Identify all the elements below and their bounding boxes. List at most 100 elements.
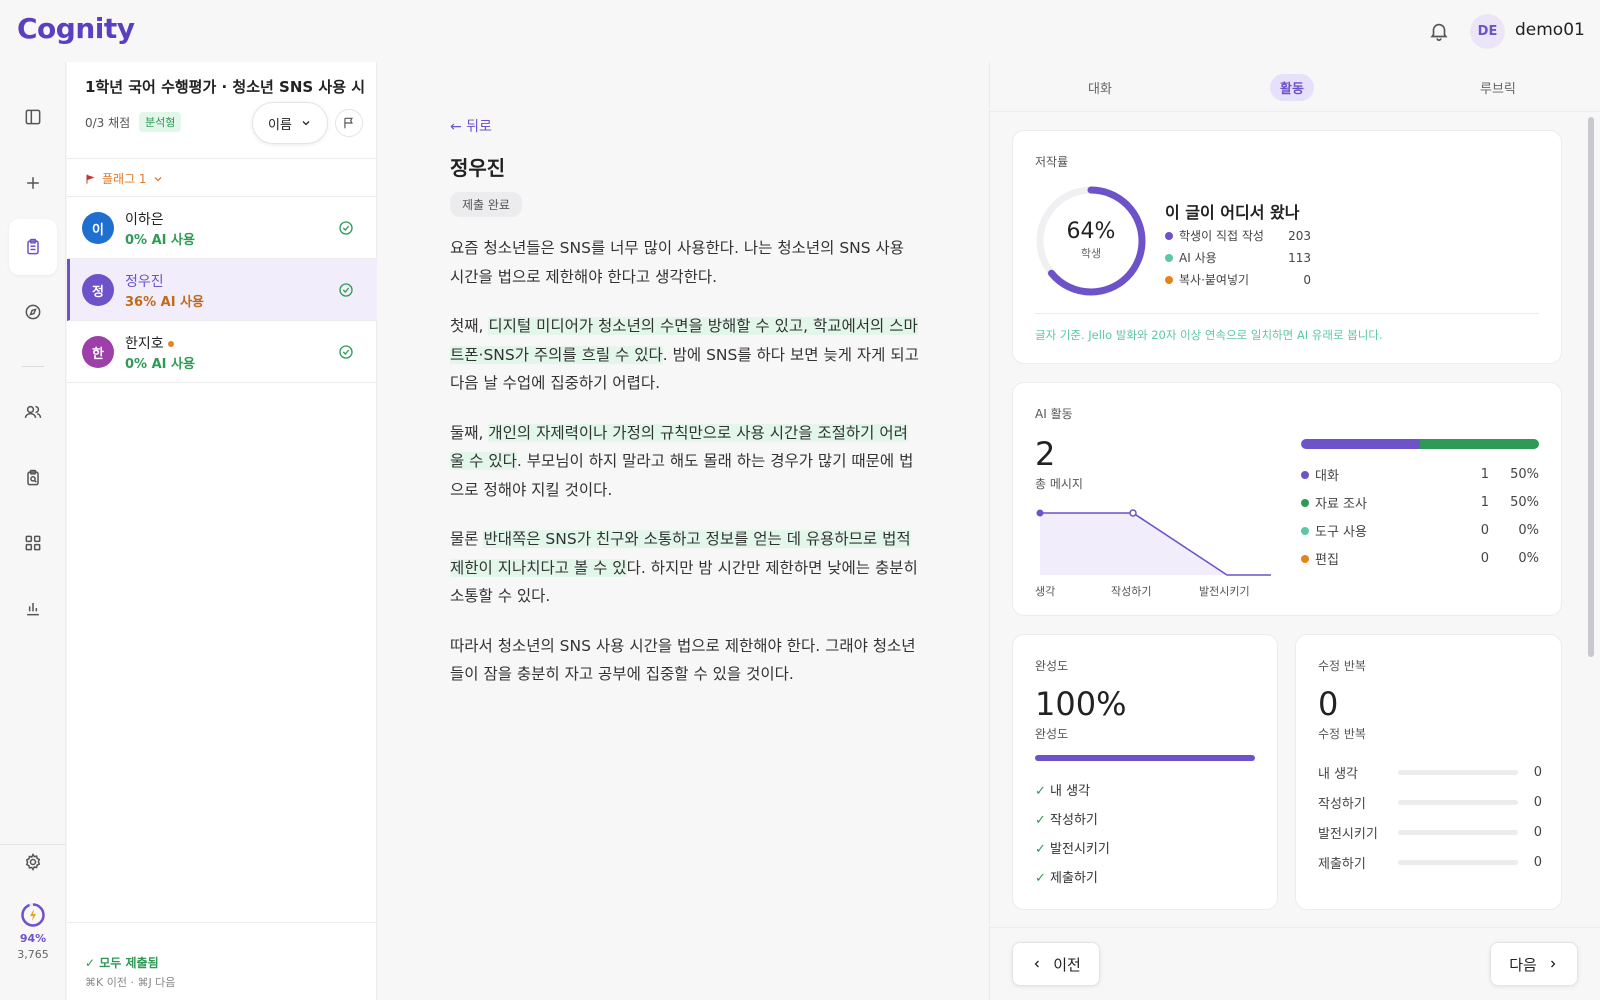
app-logo[interactable]: Cognity [17,12,135,45]
credit-count: 3,765 [17,948,49,961]
panel-scrollbar[interactable] [1588,117,1594,657]
student-row[interactable]: 이 이하은 0% AI 사용 [67,197,377,259]
student-avatar: 정 [82,274,114,306]
divider [990,927,1600,928]
ai-message-total-label: 총 메시지 [1035,477,1083,491]
activity-count: 1 [1480,495,1489,510]
step-label: 발전시키기 [1050,842,1110,857]
student-avatar: 이 [82,212,114,244]
next-label: 다음 [1509,955,1537,974]
legend-label: 학생이 직접 작성 [1179,229,1264,243]
student-avatar: 한 [82,336,114,368]
revisions-value: 0 [1318,685,1339,723]
check-icon: ✓ [1035,842,1046,857]
card-label: 수정 반복 [1318,659,1366,673]
activity-percent: 50% [1510,467,1539,482]
revision-value: 0 [1533,794,1542,810]
student-row[interactable]: 한 한지호 0% AI 사용 [67,321,377,383]
legend-dot [1301,498,1309,507]
back-link[interactable]: ← 뒤로 [450,116,492,136]
activity-row: 대화 1 50% [1301,465,1539,484]
sidebar-toggle-icon[interactable] [13,97,53,137]
revision-bar [1398,859,1518,865]
student-ai-usage: 0% AI 사용 [125,233,195,248]
clipboard-icon[interactable] [9,219,57,275]
legend-dot [1301,470,1309,479]
legend-label: AI 사용 [1179,251,1217,265]
completion-step: ✓ 발전시키기 [1035,835,1110,864]
essay-paragraph: 따라서 청소년의 SNS 사용 시간을 법으로 제한해야 한다. 그래야 청소년… [450,636,916,684]
ai-activity-timeline [1036,509,1271,576]
revision-row: 발전시키기 0 [1318,817,1542,847]
authorship-row: 학생이 직접 작성 203 [1165,227,1311,244]
legend-dot [1301,526,1309,535]
tab-conversation[interactable]: 대화 [1078,74,1122,101]
activity-label: 자료 조사 [1315,497,1367,512]
unread-dot [168,341,175,347]
student-name: 한지호 [125,333,175,353]
panel-tabs: 대화 활동 루브릭 [990,62,1600,112]
revisions-card: 수정 반복 0 수정 반복 내 생각 0 작성하기 0 발전시키기 0 제출하기 0 [1295,634,1562,910]
user-avatar[interactable]: DE [1470,14,1505,49]
chevron-right-icon [1550,960,1556,968]
activity-percent: 0% [1518,523,1539,538]
bell-icon[interactable] [1428,20,1450,42]
student-row-selected[interactable]: 정 정우진 36% AI 사용 [67,259,377,321]
bar-segment-conversation [1301,439,1420,449]
student-title: 정우진 [450,156,506,180]
card-label: 저작률 [1035,155,1069,169]
chart-icon[interactable] [13,588,53,628]
ai-message-total: 2 [1035,435,1056,473]
stage-label: 작성하기 [1111,585,1152,598]
revision-value: 0 [1533,854,1542,870]
completion-steps: ✓ 내 생각 ✓ 작성하기 ✓ 발전시키기 ✓ 제출하기 [1035,777,1110,893]
activity-label: 대화 [1315,469,1339,484]
panel-scroll-area[interactable]: 저작률 64% 학생 이 글이 어디서 왔나 학생이 직접 작성 203 AI 사… [990,112,1600,944]
username[interactable]: demo01 [1515,20,1585,40]
essay-text: 물론 [450,530,484,548]
activity-percent: 0% [1518,551,1539,566]
chevron-down-icon [154,176,162,181]
keyboard-shortcut-hint: ⌘K 이전 · ⌘J 다음 [85,976,176,989]
essay-paragraph: 둘째, 개인의 자제력이나 가정의 규칙만으로 사용 시간을 조절하기 어려울 … [450,419,920,505]
activity-row: 도구 사용 0 0% [1301,521,1539,540]
revision-label: 내 생각 [1318,766,1359,782]
ai-activity-bar [1301,439,1539,449]
bar-segment-research [1420,439,1539,449]
check-circle-icon [339,283,353,297]
essay-paragraph: 요즘 청소년들은 SNS를 너무 많이 사용한다. 나는 청소년의 SNS 사용… [450,239,905,286]
check-circle-icon [339,221,353,235]
prev-student-button[interactable]: 이전 [1012,942,1100,986]
legend-value: 113 [1288,250,1311,265]
credit-percent: 94% [19,932,47,945]
revision-row: 제출하기 0 [1318,847,1542,877]
settings-icon[interactable] [13,842,53,882]
clipboard-search-icon[interactable] [13,458,53,498]
authorship-card: 저작률 64% 학생 이 글이 어디서 왔나 학생이 직접 작성 203 AI 사… [1012,130,1562,364]
essay-paragraph: 첫째, 디지털 미디어가 청소년의 수면을 방해할 수 있고, 학교에서의 스마… [450,312,920,398]
plus-icon[interactable] [13,163,53,203]
activity-count: 0 [1480,523,1489,538]
authorship-row: AI 사용 113 [1165,249,1311,266]
chevron-left-icon [1034,960,1040,968]
grid-icon[interactable] [13,523,53,563]
sort-dropdown[interactable]: 이름 [252,102,328,144]
flag-filter[interactable]: 플래그 1 [85,170,164,187]
next-student-button[interactable]: 다음 [1490,942,1578,986]
tab-rubric[interactable]: 루브릭 [1470,74,1526,101]
flag-button[interactable] [335,109,363,137]
tab-activity[interactable]: 활동 [1270,74,1314,101]
completion-step: ✓ 제출하기 [1035,864,1110,893]
legend-value: 0 [1303,272,1311,287]
essay-text: 둘째, [450,423,489,442]
timeline-point [1036,509,1044,517]
revision-bar [1398,829,1518,835]
completion-value: 100% [1035,685,1127,723]
sort-label: 이름 [268,117,292,133]
revision-value: 0 [1533,764,1542,780]
compass-icon[interactable] [13,292,53,332]
users-icon[interactable] [13,392,53,432]
completion-value-label: 완성도 [1035,727,1069,741]
activity-label: 도구 사용 [1315,525,1367,540]
legend-dot [1165,231,1173,240]
